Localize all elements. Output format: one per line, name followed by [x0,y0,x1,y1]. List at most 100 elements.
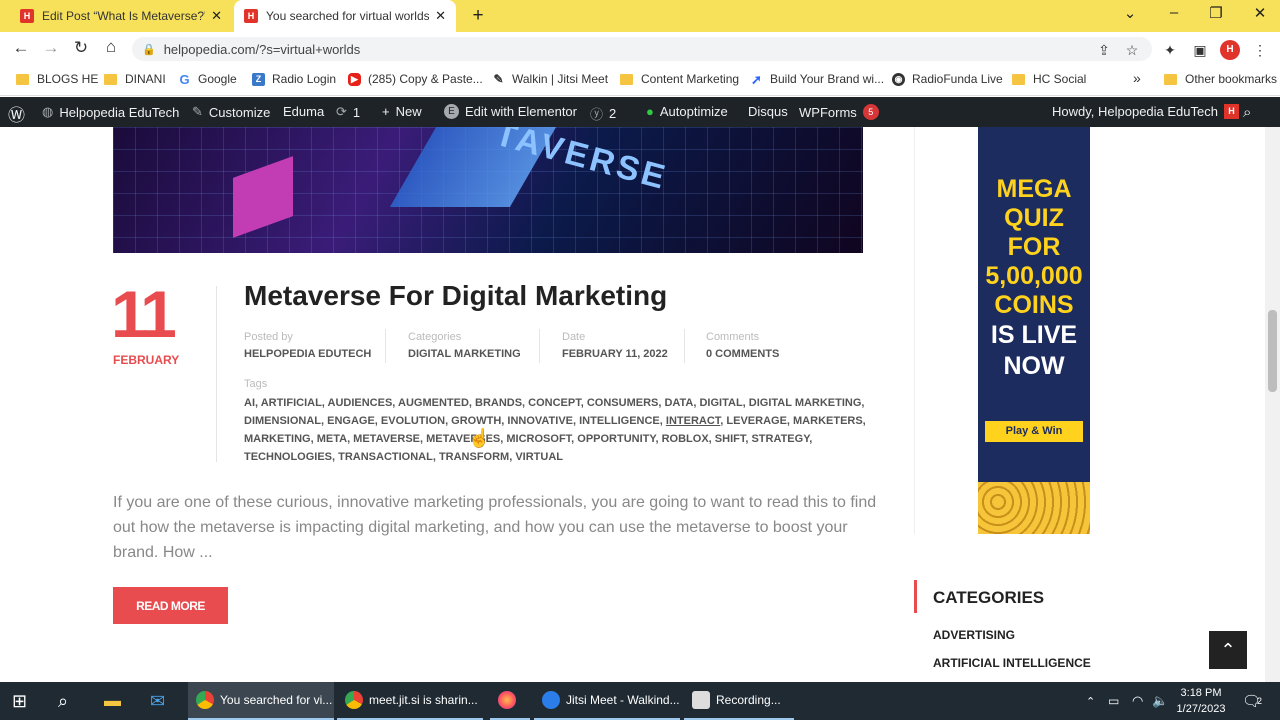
recorder-icon [692,691,710,709]
wordpress-logo-icon[interactable]: Ⓦ [8,101,25,126]
play-win-button[interactable]: Play & Win [985,421,1083,442]
tag-links-row[interactable]: MARKETING, META, METAVERSE, METAVERSES, … [244,430,874,448]
clock-time: 3:18 PM [1180,687,1222,699]
wpbar-updates[interactable]: ⟳ 1 [336,104,360,120]
bookmark-radio-login[interactable]: Z Radio Login [252,72,336,86]
wpbar-autoptimize[interactable]: ● Autoptimize [646,104,728,119]
bookmark-star-icon[interactable]: ☆ [1122,40,1142,60]
wpbar-label: New [395,104,422,119]
wpbar-new[interactable]: + New [382,104,422,119]
scrollbar-thumb[interactable] [1268,310,1277,392]
wpbar-theme[interactable]: Eduma [283,104,324,119]
folder-icon [620,73,633,85]
new-tab-button[interactable]: + [466,5,490,27]
ad-text: FOR [1007,233,1061,261]
tag-link-interact[interactable]: INTERACT [666,415,720,427]
jitsi-icon [542,691,560,709]
search-icon[interactable]: ⌕ [58,682,68,720]
minimize-button[interactable]: – [1162,4,1186,21]
volume-icon[interactable]: 🔈 [1152,682,1168,720]
post-month: FEBRUARY [113,353,180,367]
maximize-button[interactable]: ❐ [1204,4,1228,22]
bookmark-label: Radio Login [272,72,337,86]
bookmark-hc-social[interactable]: HC Social [1012,72,1086,86]
bookmark-radiofunda[interactable]: ◉ RadioFunda Live [892,72,1003,86]
arrow-icon: ➚ [751,71,762,87]
elementor-icon: E [444,104,459,119]
other-bookmarks[interactable]: Other bookmarks [1164,72,1277,86]
wpbar-customize[interactable]: ✎ Customize [192,104,270,120]
wpbar-yoast[interactable]: ⓨ 2 [590,104,616,123]
tab-search-results[interactable]: H You searched for virtual worlds - H ✕ [234,0,456,32]
forward-button[interactable]: → [40,38,62,58]
meta-category-link[interactable]: DIGITAL MARKETING [408,348,521,360]
quiz-ad-banner[interactable]: MEGA QUIZ FOR 5,00,000 COINS IS LIVE NOW… [978,127,1090,534]
post-featured-image[interactable]: TAVERSE [113,127,863,253]
tab-search-chevron-icon[interactable]: ⌄ [1118,4,1142,22]
tag-links[interactable]: DIMENSIONAL, ENGAGE, EVOLUTION, GROWTH, … [244,415,666,427]
share-icon[interactable]: ⇪ [1094,40,1114,60]
tag-links[interactable]: , LEVERAGE, MARKETERS, [720,415,865,427]
back-button[interactable]: ← [10,38,32,58]
close-tab-icon[interactable]: ✕ [435,8,446,24]
more-bookmarks-chevron-icon[interactable]: » [1133,70,1141,86]
bookmark-jitsi[interactable]: ✎ Walkin | Jitsi Meet [492,72,608,86]
taskbar-app-recorder[interactable]: Recording... [684,682,794,720]
back-to-top-button[interactable]: ⌃ [1209,631,1247,669]
categories-heading: CATEGORIES [933,588,1045,607]
bookmark-content-marketing[interactable]: Content Marketing [620,72,739,86]
tab-edit-post[interactable]: H Edit Post “What Is Metaverse?” ‹ H ✕ [10,0,232,32]
wifi-icon[interactable]: ◠ [1132,682,1143,720]
side-panel-icon[interactable]: ▣ [1190,40,1210,60]
bookmark-youtube[interactable]: ▶ (285) Copy & Paste... [348,72,483,86]
tray-chevron-icon[interactable]: ⌃ [1086,682,1095,720]
taskbar-app-firefox[interactable] [490,682,530,720]
taskbar-app-label: meet.jit.si is sharin... [369,693,478,707]
tag-links-row[interactable]: DIMENSIONAL, ENGAGE, EVOLUTION, GROWTH, … [244,412,874,430]
search-icon[interactable]: ⌕ [1243,104,1251,121]
windows-start-icon[interactable]: ⊞ [12,682,27,720]
ad-text: 5,00,000 [985,262,1083,290]
taskbar-app-chrome-jitsi[interactable]: meet.jit.si is sharin... [337,682,483,720]
taskbar-app-label: Jitsi Meet - Walkind... [566,693,680,707]
page-scrollbar[interactable] [1265,127,1280,682]
bookmark-build-brand[interactable]: ➚ Build Your Brand wi... [750,72,884,86]
taskbar-clock[interactable]: 3:18 PM 1/27/2023 [1170,685,1232,717]
close-tab-icon[interactable]: ✕ [211,8,222,24]
tag-links-row[interactable]: AI, ARTIFICIAL, AUDIENCES, AUGMENTED, BR… [244,394,874,412]
home-button[interactable]: ⌂ [100,37,122,57]
brush-icon: ✎ [192,104,203,119]
meta-label-author: Posted by [244,331,293,343]
close-window-button[interactable]: ✕ [1248,4,1272,22]
meta-author-link[interactable]: HELPOPEDIA EDUTECH [244,348,371,360]
mail-icon[interactable]: ✉ [150,682,165,720]
menu-kebab-icon[interactable]: ⋮ [1250,40,1270,60]
bookmark-label: HC Social [1033,72,1087,86]
bookmark-dinani[interactable]: DINANI [104,72,166,86]
firefox-icon [498,691,516,709]
bookmark-blogs-he[interactable]: BLOGS HE [16,72,98,86]
coins-image [978,482,1090,534]
bookmark-google[interactable]: G Google [178,72,236,86]
battery-icon[interactable]: ▭ [1108,682,1119,720]
file-explorer-icon[interactable]: ▬ [104,682,121,720]
post-title[interactable]: Metaverse For Digital Marketing [244,280,667,312]
wpbar-elementor[interactable]: E Edit with Elementor [444,104,577,119]
reload-button[interactable]: ↻ [70,38,92,58]
taskbar-app-chrome-search[interactable]: You searched for vi... [188,682,334,720]
wpbar-site[interactable]: ◍ Helpopedia EduTech [42,104,179,120]
address-bar[interactable]: 🔒 helpopedia.com/?s=virtual+worlds [132,37,1152,61]
read-more-button[interactable]: READ MORE [113,587,228,624]
wpbar-howdy[interactable]: Howdy, Helpopedia EduTech H [1052,104,1245,119]
category-link[interactable]: ADVERTISING [933,628,1015,642]
extensions-icon[interactable]: ✦ [1160,40,1180,60]
bookmark-label: Content Marketing [641,72,740,86]
profile-avatar[interactable]: H [1220,40,1240,60]
notifications-icon[interactable]: 🗨 2 [1242,682,1262,720]
wpbar-wpforms[interactable]: WPForms 5 [799,104,879,120]
tag-links-row[interactable]: TECHNOLOGIES, TRANSACTIONAL, TRANSFORM, … [244,448,874,466]
taskbar-app-jitsi[interactable]: Jitsi Meet - Walkind... [534,682,680,720]
category-link[interactable]: ARTIFICIAL INTELLIGENCE [933,656,1091,670]
meta-comments-link[interactable]: 0 COMMENTS [706,348,779,360]
wpbar-disqus[interactable]: Disqus [748,104,788,119]
